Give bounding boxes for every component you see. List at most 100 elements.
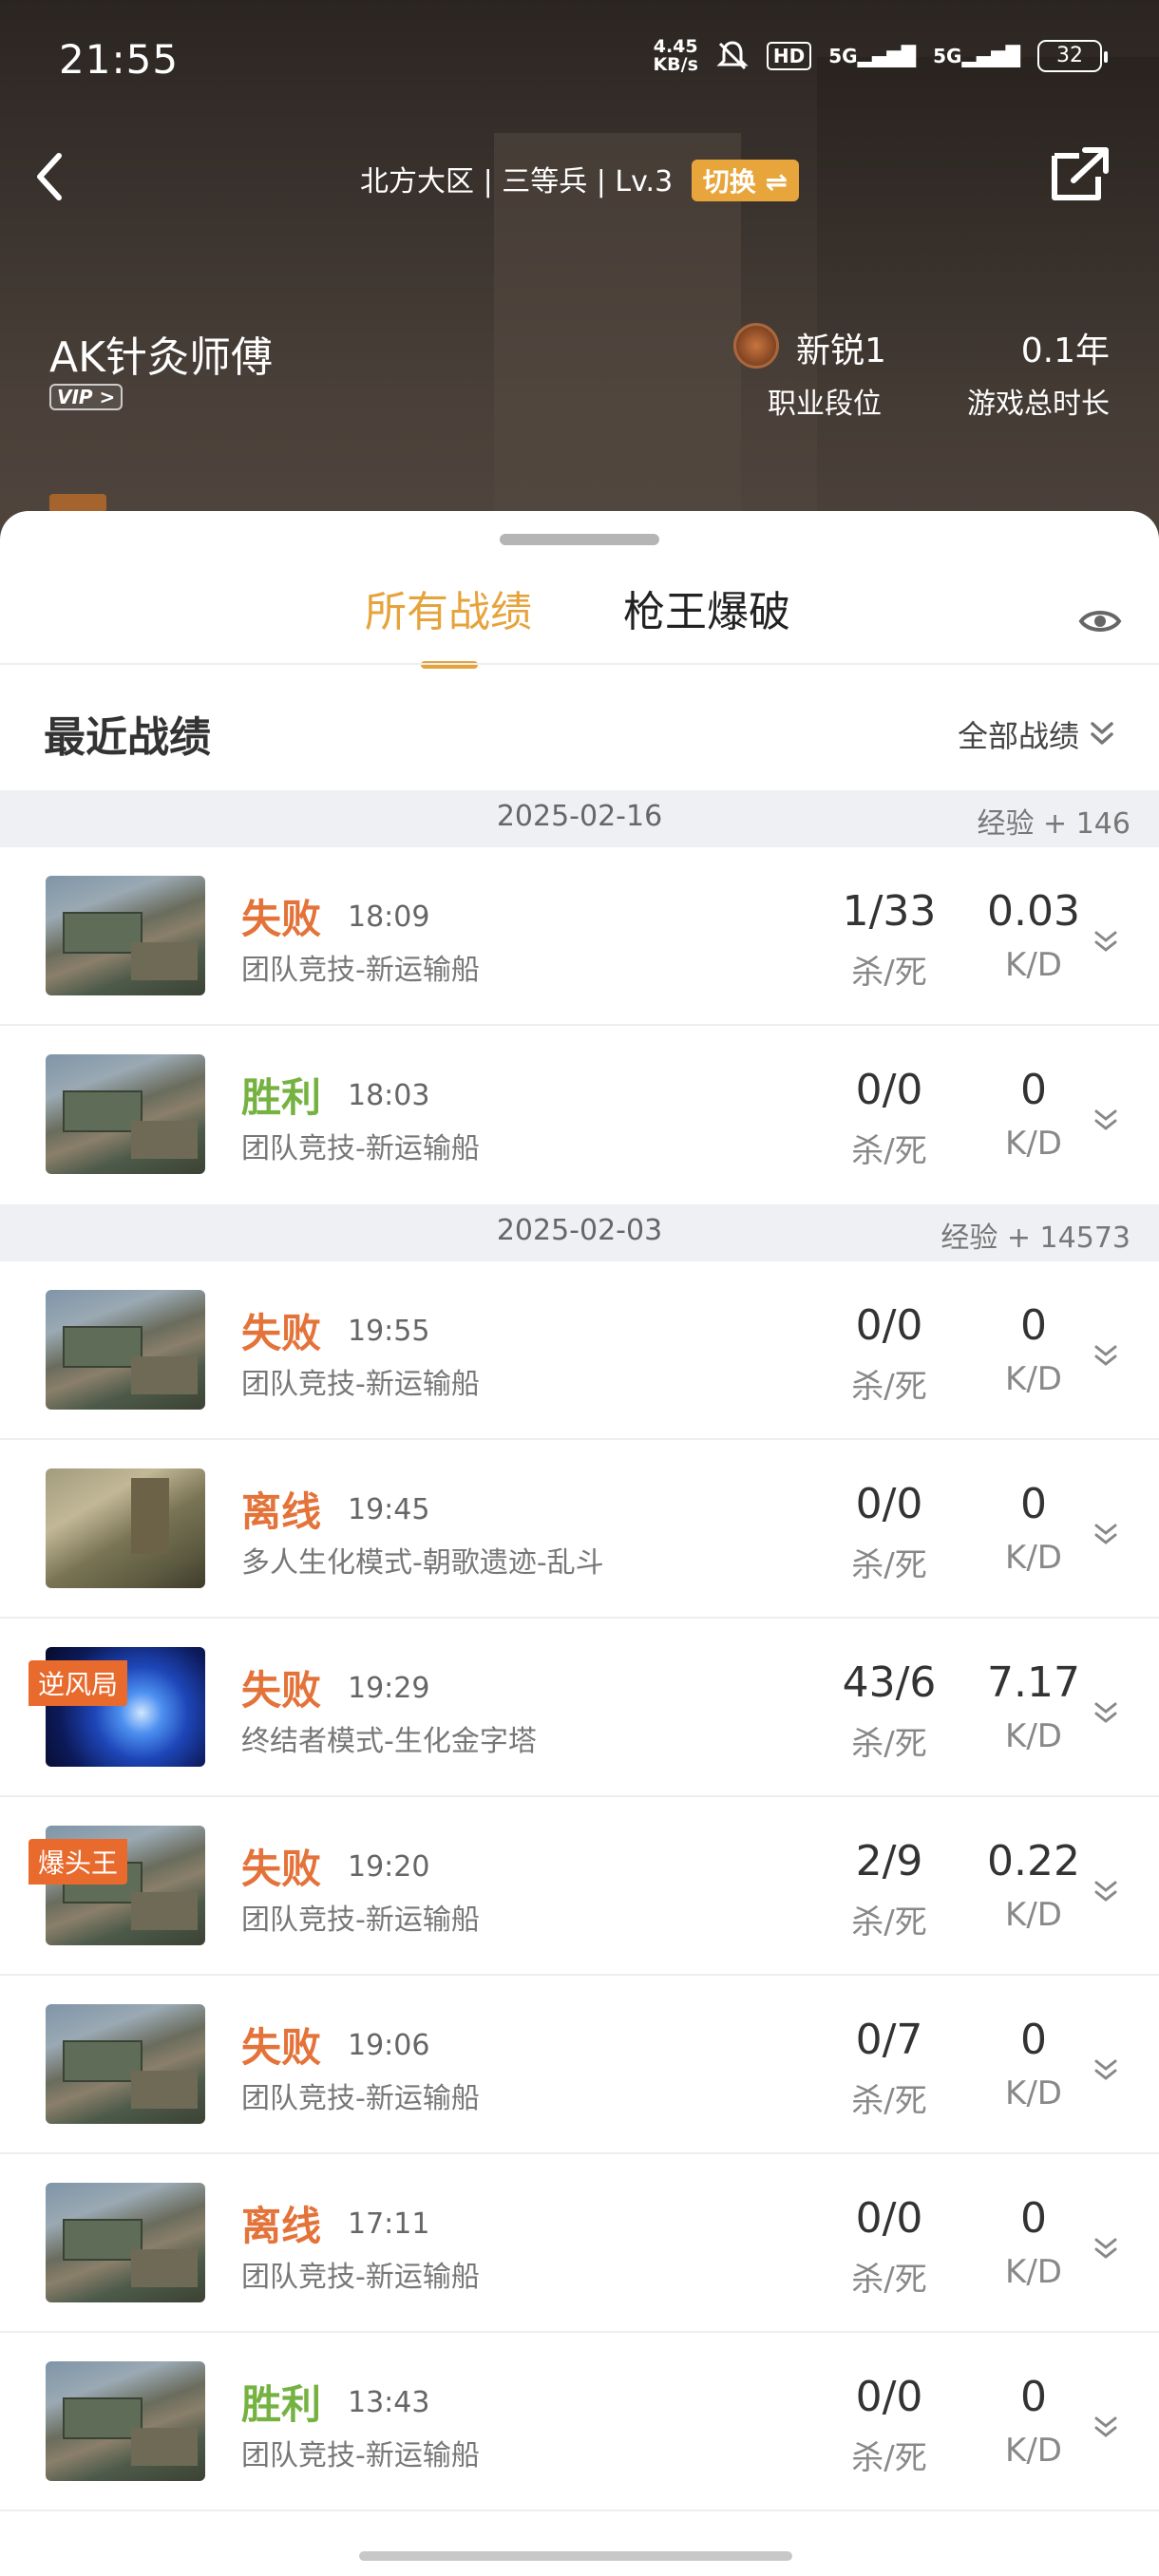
switch-button[interactable]: 切换 ⇌ xyxy=(691,160,799,201)
match-time: 13:43 xyxy=(348,2386,430,2419)
chevron-down-icon[interactable] xyxy=(1092,2415,1119,2441)
kd-ratio-value: 0 xyxy=(1020,2016,1047,2064)
kills-deaths-value: 1/33 xyxy=(842,887,937,936)
filter-label: 全部战绩 xyxy=(957,718,1079,754)
map-thumbnail xyxy=(46,1290,205,1410)
signal-icon-1: 5G▂▄▆█ xyxy=(828,45,917,67)
play-time-label: 游戏总时长 xyxy=(967,388,1110,421)
match-mode: 团队竞技-新运输船 xyxy=(241,954,480,987)
chevron-down-icon[interactable] xyxy=(1092,1700,1119,1727)
match-row[interactable]: 离线 19:45 多人生化模式-朝歌遗迹-乱斗 0/0 杀/死 0 K/D xyxy=(0,1440,1159,1619)
exp-label: 经验 + 146 xyxy=(977,807,1130,841)
date-row: 2025-02-03 经验 + 14573 xyxy=(0,1204,1159,1261)
battery-icon: 32 xyxy=(1037,40,1108,72)
match-row[interactable]: 胜利 18:03 团队竞技-新运输船 0/0 杀/死 0 K/D xyxy=(0,1026,1159,1204)
chevron-down-icon[interactable] xyxy=(1092,929,1119,956)
match-row[interactable]: 失败 19:55 团队竞技-新运输船 0/0 杀/死 0 K/D xyxy=(0,1261,1159,1440)
kills-deaths-label: 杀/死 xyxy=(851,2082,927,2120)
kills-deaths-value: 0/0 xyxy=(855,1480,923,1528)
match-time: 18:03 xyxy=(348,1079,430,1112)
chevron-down-icon[interactable] xyxy=(1092,1343,1119,1370)
tab-gun-king[interactable]: 枪王爆破 xyxy=(623,578,790,638)
rank-badge-icon xyxy=(733,323,779,369)
background-scene-shadow xyxy=(817,57,1159,570)
kills-deaths-label: 杀/死 xyxy=(851,1132,927,1170)
chevron-down-icon[interactable] xyxy=(1092,1108,1119,1134)
match-mode: 团队竞技-新运输船 xyxy=(241,1132,480,1165)
status-time: 21:55 xyxy=(59,36,180,83)
match-row[interactable]: 离线 17:11 团队竞技-新运输船 0/0 杀/死 0 K/D xyxy=(0,2154,1159,2333)
home-indicator[interactable] xyxy=(359,2551,792,2561)
drag-handle[interactable] xyxy=(500,534,659,545)
map-thumbnail xyxy=(46,2183,205,2302)
kills-deaths-value: 0/0 xyxy=(855,1066,923,1114)
chevron-down-icon[interactable] xyxy=(1092,1879,1119,1905)
match-row[interactable]: 失败 18:09 团队竞技-新运输船 1/33 杀/死 0.03 K/D xyxy=(0,847,1159,1026)
match-result: 失败 xyxy=(241,1846,322,1892)
match-mode: 团队竞技-新运输船 xyxy=(241,1368,480,1401)
signal-label-1: 5G xyxy=(828,45,858,67)
kills-deaths-label: 杀/死 xyxy=(851,2439,927,2477)
match-mode: 多人生化模式-朝歌遗迹-乱斗 xyxy=(241,1546,604,1580)
match-result: 失败 xyxy=(241,1667,322,1714)
vip-badge[interactable]: VIP > xyxy=(49,384,124,410)
kills-deaths-label: 杀/死 xyxy=(851,2261,927,2299)
match-tag: 爆头王 xyxy=(28,1839,128,1885)
match-row[interactable]: 胜利 13:43 团队竞技-新运输船 0/0 杀/死 0 K/D xyxy=(0,2333,1159,2511)
match-time: 18:09 xyxy=(348,900,430,934)
match-row[interactable]: 逆风局 失败 19:29 终结者模式-生化金字塔 43/6 杀/死 7.17 K… xyxy=(0,1619,1159,1797)
signal-label-2: 5G xyxy=(933,45,962,67)
match-time: 19:45 xyxy=(348,1493,430,1526)
kd-ratio-label: K/D xyxy=(1005,2432,1062,2470)
match-result: 胜利 xyxy=(241,1074,322,1121)
date-row: 2025-02-16 经验 + 146 xyxy=(0,790,1159,847)
share-icon[interactable] xyxy=(1041,142,1117,209)
match-result: 失败 xyxy=(241,2024,322,2071)
match-time: 19:20 xyxy=(348,1850,430,1884)
status-icons: 4.45 KB/s HD 5G▂▄▆█ 5G▂▄▆█ 32 xyxy=(653,38,1108,74)
match-mode: 团队竞技-新运输船 xyxy=(241,1904,480,1937)
kd-ratio-value: 0 xyxy=(1020,1066,1047,1114)
player-name: AK针灸师傅 xyxy=(49,333,273,382)
match-result: 离线 xyxy=(241,2203,322,2249)
bell-muted-icon xyxy=(716,41,749,70)
kd-ratio-label: K/D xyxy=(1005,1125,1062,1163)
map-thumbnail xyxy=(46,2004,205,2124)
kd-ratio-label: K/D xyxy=(1005,1896,1062,1934)
chevron-down-icon[interactable] xyxy=(1092,1522,1119,1548)
chevron-down-icon[interactable] xyxy=(1092,2236,1119,2263)
match-mode: 终结者模式-生化金字塔 xyxy=(241,1725,537,1758)
network-speed: 4.45 KB/s xyxy=(653,38,697,74)
network-speed-unit: KB/s xyxy=(653,54,698,75)
server-info-line: 北方大区 | 三等兵 | Lv.3 切换 ⇌ xyxy=(0,158,1159,201)
filter-dropdown[interactable]: 全部战绩 xyxy=(958,712,1115,756)
kills-deaths-value: 2/9 xyxy=(855,1837,923,1885)
status-bar: 21:55 4.45 KB/s HD 5G▂▄▆█ 5G▂▄▆█ 32 xyxy=(0,0,1159,114)
kills-deaths-value: 0/7 xyxy=(855,2016,923,2064)
match-row[interactable]: 爆头王 失败 19:20 团队竞技-新运输船 2/9 杀/死 0.22 K/D xyxy=(0,1797,1159,1976)
match-time: 19:06 xyxy=(348,2029,430,2062)
match-row[interactable]: 失败 19:06 团队竞技-新运输船 0/7 杀/死 0 K/D xyxy=(0,1976,1159,2154)
kd-ratio-label: K/D xyxy=(1005,946,1062,984)
tab-all-records[interactable]: 所有战绩 xyxy=(365,578,532,638)
kd-ratio-value: 0 xyxy=(1020,1480,1047,1528)
match-mode: 团队竞技-新运输船 xyxy=(241,2082,480,2115)
kd-ratio-label: K/D xyxy=(1005,2074,1062,2112)
match-mode: 团队竞技-新运输船 xyxy=(241,2261,480,2294)
kd-ratio-value: 0 xyxy=(1020,1301,1047,1350)
match-mode: 团队竞技-新运输船 xyxy=(241,2439,480,2472)
eye-icon[interactable] xyxy=(1077,602,1123,640)
match-time: 19:29 xyxy=(348,1672,430,1705)
match-tag: 逆风局 xyxy=(28,1660,128,1706)
match-time: 17:11 xyxy=(348,2207,430,2241)
hd-icon: HD xyxy=(766,42,812,70)
play-time-value: 0.1年 xyxy=(1020,331,1110,370)
kills-deaths-label: 杀/死 xyxy=(851,1725,927,1763)
kd-ratio-value: 7.17 xyxy=(987,1658,1080,1707)
signal-icon-2: 5G▂▄▆█ xyxy=(933,45,1020,67)
kills-deaths-value: 0/0 xyxy=(855,1301,923,1350)
map-thumbnail xyxy=(46,876,205,995)
chevron-down-icon[interactable] xyxy=(1092,2057,1119,2084)
match-time: 19:55 xyxy=(348,1315,430,1348)
kills-deaths-label: 杀/死 xyxy=(851,1904,927,1941)
